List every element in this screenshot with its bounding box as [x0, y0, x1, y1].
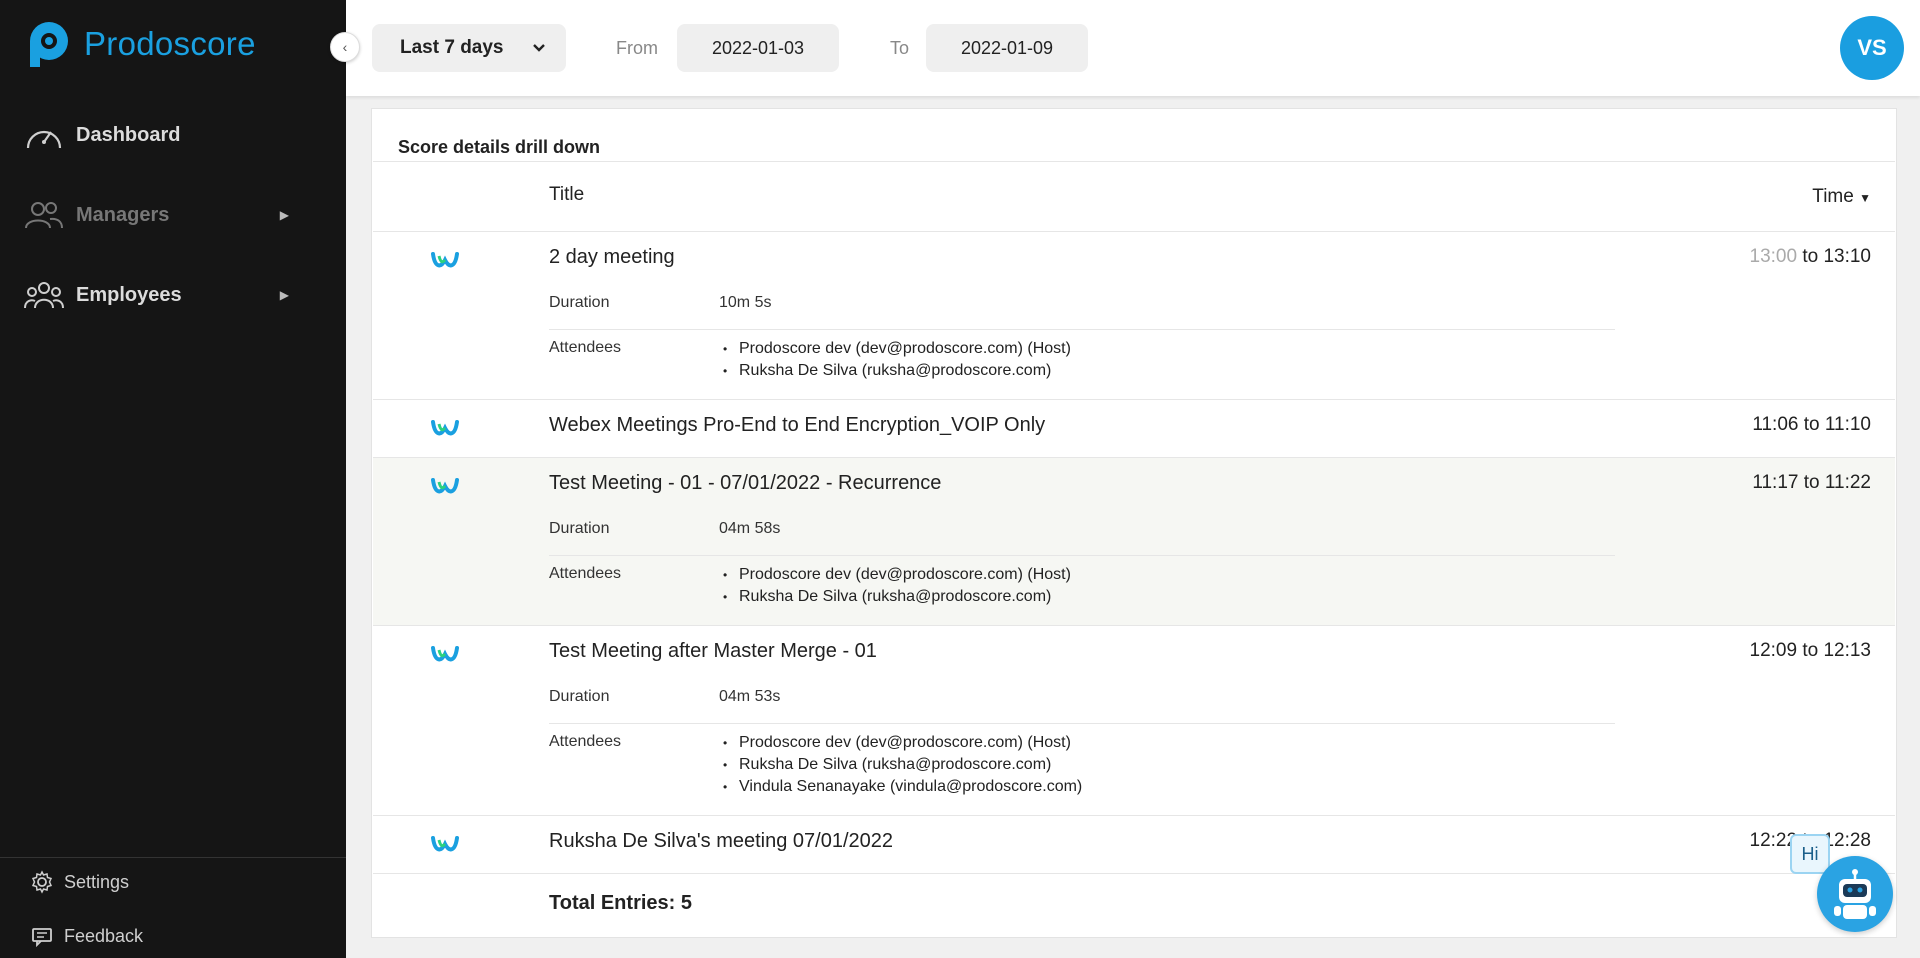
attendee-list: Prodoscore dev (dev@prodoscore.com) (Hos…: [719, 564, 1071, 608]
robot-icon: [1834, 869, 1876, 919]
table-footer: Total Entries: 5: [373, 874, 1895, 936]
sidebar-item-label: Managers: [76, 203, 170, 226]
meeting-time: 11:17 to 11:22: [1752, 472, 1871, 493]
table-header: Title Time ▼: [373, 162, 1895, 232]
attendee-list: Prodoscore dev (dev@prodoscore.com) (Hos…: [719, 732, 1082, 798]
webex-icon: [431, 646, 459, 662]
avatar[interactable]: VS: [1840, 16, 1904, 80]
collapse-sidebar-button[interactable]: ‹: [330, 32, 360, 62]
meeting-title: Ruksha De Silva's meeting 07/01/2022: [549, 830, 894, 852]
gear-icon: [31, 870, 53, 894]
sidebar-item-label: Dashboard: [76, 123, 181, 146]
to-label: To: [890, 38, 910, 58]
webex-icon: [431, 252, 459, 268]
sidebar-item-employees[interactable]: Employees ▶: [24, 278, 289, 312]
table-row[interactable]: Test Meeting - 01 - 07/01/2022 - Recurre…: [373, 458, 1895, 626]
meeting-title: Test Meeting - 01 - 07/01/2022 - Recurre…: [549, 472, 942, 494]
chatbot-greeting[interactable]: Hi: [1790, 834, 1830, 874]
table-row[interactable]: Test Meeting after Master Merge - 01 12:…: [373, 626, 1895, 816]
duration-value: 04m 53s: [719, 688, 781, 705]
settings-link[interactable]: Settings: [30, 870, 129, 894]
attendee: Prodoscore dev (dev@prodoscore.com) (Hos…: [719, 732, 1082, 754]
duration-label: Duration: [549, 294, 610, 311]
table-row[interactable]: 2 day meeting 13:00 to 13:10 Duration 10…: [373, 232, 1895, 400]
detail-divider: [549, 555, 1615, 556]
meeting-time: 13:00 to 13:10: [1749, 246, 1872, 267]
chevron-left-icon: ‹: [342, 39, 348, 55]
logo[interactable]: Prodoscore: [26, 20, 256, 68]
webex-icon: [431, 836, 459, 852]
sidebar-item-managers[interactable]: Managers ▶: [24, 198, 289, 232]
meeting-time: 12:09 to 12:13: [1749, 640, 1872, 661]
feedback-link[interactable]: Feedback: [30, 924, 143, 948]
detail-divider: [549, 329, 1615, 330]
sidebar-divider: [0, 857, 346, 858]
to-date-input[interactable]: 2022-01-09: [926, 24, 1088, 72]
table-row[interactable]: Webex Meetings Pro-End to End Encryption…: [373, 400, 1895, 458]
duration-value: 10m 5s: [719, 294, 772, 311]
users-icon: [24, 198, 66, 232]
webex-icon: [431, 420, 459, 436]
caret-right-icon: ▶: [279, 208, 289, 222]
caret-right-icon: ▶: [279, 288, 289, 302]
attendees-label: Attendees: [549, 339, 622, 356]
column-header-time[interactable]: Time ▼: [1812, 186, 1871, 208]
attendee: Vindula Senanayake (vindula@prodoscore.c…: [719, 776, 1082, 798]
column-header-title: Title: [549, 184, 585, 205]
meeting-title: Webex Meetings Pro-End to End Encryption…: [549, 414, 1046, 436]
total-entries: Total Entries: 5: [549, 892, 692, 914]
meeting-time: 11:06 to 11:10: [1752, 414, 1871, 435]
date-range-value: Last 7 days: [400, 37, 504, 58]
table-row[interactable]: Ruksha De Silva's meeting 07/01/2022 12:…: [373, 816, 1895, 874]
header: Last 7 days From 2022-01-03 To 2022-01-0…: [346, 0, 1920, 96]
attendee: Prodoscore dev (dev@prodoscore.com) (Hos…: [719, 564, 1071, 586]
attendees-label: Attendees: [549, 565, 622, 582]
chatbot-button[interactable]: [1817, 856, 1893, 932]
logo-text: Prodoscore: [84, 25, 256, 62]
panel-title: Score details drill down: [398, 137, 601, 157]
meeting-title: 2 day meeting: [549, 246, 675, 268]
attendee-list: Prodoscore dev (dev@prodoscore.com) (Hos…: [719, 338, 1071, 382]
webex-icon: [431, 478, 459, 494]
settings-label: Settings: [64, 871, 130, 892]
logo-icon: [30, 22, 68, 67]
detail-divider: [549, 723, 1615, 724]
sort-desc-icon: ▼: [1859, 191, 1871, 205]
attendee: Prodoscore dev (dev@prodoscore.com) (Hos…: [719, 338, 1071, 360]
duration-label: Duration: [549, 688, 610, 705]
attendee: Ruksha De Silva (ruksha@prodoscore.com): [719, 754, 1082, 776]
date-range-select[interactable]: Last 7 days: [372, 24, 566, 72]
score-details-panel: Score details drill down Title Time ▼ 2 …: [371, 108, 1897, 938]
sidebar-item-dashboard[interactable]: Dashboard: [24, 118, 289, 152]
feedback-label: Feedback: [64, 925, 144, 946]
feedback-icon: [32, 928, 52, 948]
sidebar: Prodoscore Dashboard Managers ▶ Employee…: [0, 0, 346, 958]
meeting-title: Test Meeting after Master Merge - 01: [549, 640, 877, 662]
group-icon: [24, 278, 66, 312]
from-date-input[interactable]: 2022-01-03: [677, 24, 839, 72]
attendee: Ruksha De Silva (ruksha@prodoscore.com): [719, 586, 1071, 608]
sidebar-item-label: Employees: [76, 283, 182, 306]
duration-label: Duration: [549, 520, 610, 537]
attendee: Ruksha De Silva (ruksha@prodoscore.com): [719, 360, 1071, 382]
speedometer-icon: [24, 118, 66, 152]
meetings-table: Title Time ▼ 2 day meeting 13:00 to 13:1…: [373, 161, 1895, 936]
duration-value: 04m 58s: [719, 520, 781, 537]
from-label: From: [616, 38, 658, 58]
chevron-down-icon: [533, 44, 545, 52]
attendees-label: Attendees: [549, 733, 622, 750]
